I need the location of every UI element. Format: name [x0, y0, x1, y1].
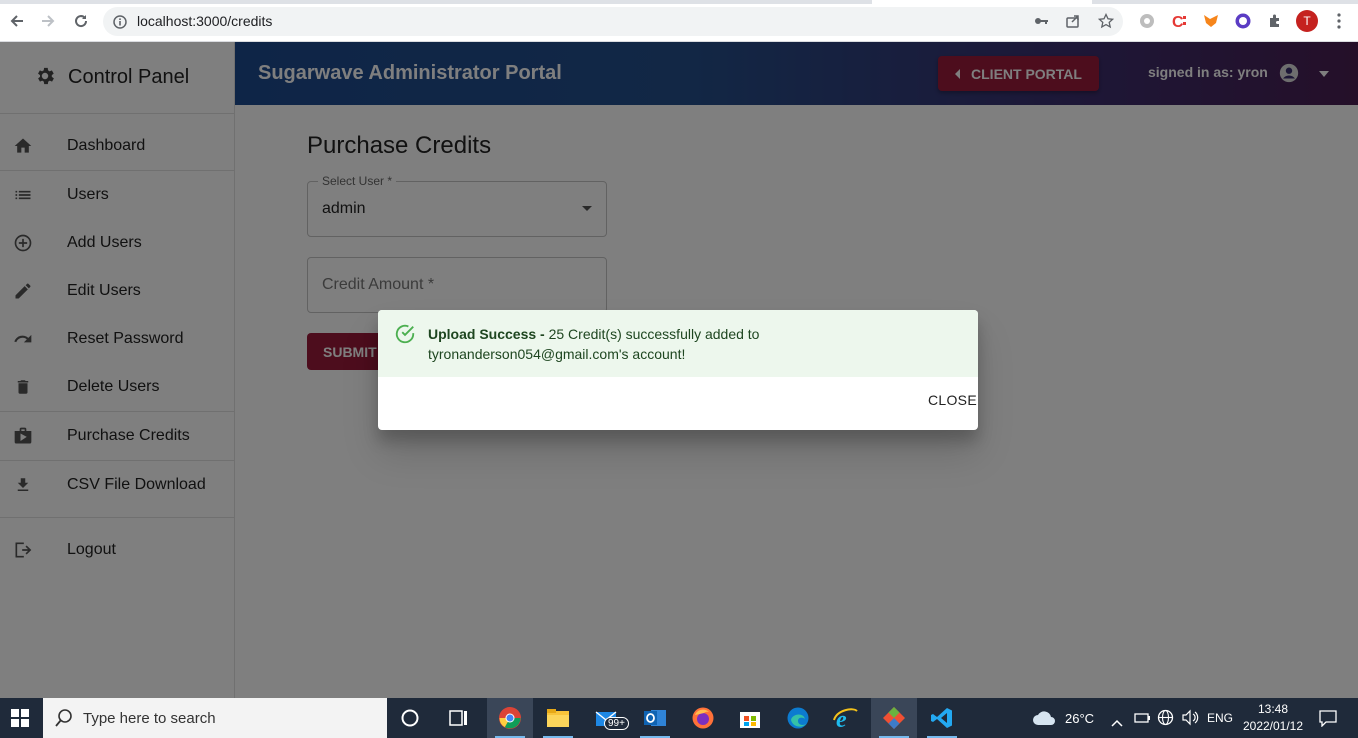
kebab-menu-icon[interactable]: [1329, 11, 1349, 31]
back-icon[interactable]: [6, 10, 28, 32]
search-icon: [54, 708, 74, 732]
share-icon[interactable]: [1065, 13, 1081, 33]
forward-icon[interactable]: [37, 10, 59, 32]
edge-icon[interactable]: [775, 698, 821, 738]
microsoft-store-icon[interactable]: [727, 698, 773, 738]
firefox-icon[interactable]: [680, 698, 726, 738]
alert-message: Upload Success - 25 Credit(s) successful…: [428, 324, 948, 364]
active-tab[interactable]: [872, 0, 1092, 4]
vscode-icon[interactable]: [919, 698, 965, 738]
weather-temp[interactable]: 26°C: [1065, 711, 1094, 726]
mail-badge: 99+: [604, 717, 629, 730]
taskbar-search-placeholder: Type here to search: [83, 710, 216, 727]
info-icon[interactable]: [113, 14, 127, 33]
browser-toolbar: localhost:3000/credits C T: [0, 0, 1358, 42]
success-dialog: Upload Success - 25 Credit(s) successful…: [378, 310, 978, 430]
chrome-icon[interactable]: [487, 698, 533, 738]
extension-gray-icon[interactable]: [1137, 11, 1157, 31]
url-text[interactable]: localhost:3000/credits: [137, 13, 272, 29]
alert-title: Upload Success -: [428, 326, 545, 342]
success-alert: Upload Success - 25 Credit(s) successful…: [378, 310, 978, 377]
weather-cloud-icon[interactable]: [1032, 709, 1056, 731]
internet-explorer-icon[interactable]: e: [823, 698, 869, 738]
windows-start-icon[interactable]: [0, 698, 40, 738]
notification-center-icon[interactable]: [1319, 709, 1337, 731]
extension-c-icon[interactable]: C: [1169, 11, 1189, 31]
clock-date: 2022/01/12: [1242, 719, 1304, 733]
file-explorer-icon[interactable]: [535, 698, 581, 738]
close-button[interactable]: CLOSE: [928, 392, 977, 414]
svg-text:C: C: [1172, 14, 1184, 30]
speaker-icon[interactable]: [1181, 709, 1199, 730]
battery-plug-icon[interactable]: [1133, 710, 1151, 729]
taskbar: Type here to search 99+ e 26°C ENG 13:48…: [0, 698, 1358, 738]
clock-time: 13:48: [1257, 702, 1289, 716]
check-circle-icon: [394, 323, 416, 349]
cortana-icon[interactable]: [387, 698, 433, 738]
network-globe-icon[interactable]: [1157, 709, 1174, 730]
task-view-icon[interactable]: [436, 698, 482, 738]
address-bar[interactable]: localhost:3000/credits: [103, 7, 1123, 36]
mail-icon[interactable]: 99+: [584, 698, 630, 738]
language-indicator[interactable]: ENG: [1207, 711, 1233, 725]
system-clock[interactable]: 13:48 2022/01/12: [1242, 701, 1304, 735]
tab-strip: [0, 0, 1358, 4]
extensions-puzzle-icon[interactable]: [1265, 11, 1285, 31]
profile-avatar[interactable]: T: [1296, 10, 1318, 32]
key-icon[interactable]: [1033, 13, 1049, 33]
git-icon[interactable]: [871, 698, 917, 738]
outlook-icon[interactable]: [632, 698, 678, 738]
extension-purple-icon[interactable]: [1233, 11, 1253, 31]
tray-chevron-up-icon[interactable]: [1111, 712, 1123, 731]
taskbar-search[interactable]: Type here to search: [43, 698, 387, 738]
reload-icon[interactable]: [70, 10, 92, 32]
metamask-fox-icon[interactable]: [1201, 11, 1221, 31]
bookmark-star-icon[interactable]: [1097, 12, 1115, 33]
